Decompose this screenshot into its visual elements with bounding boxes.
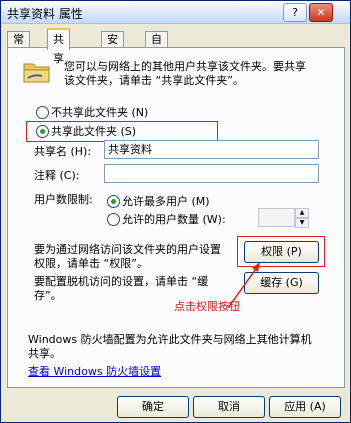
shared-folder-icon — [23, 63, 50, 83]
caching-desc-line2: 存”。 — [34, 289, 62, 302]
sharing-panel: 您可以与网络上的其他用户共享该文件夹。要共享 该文件夹，请单击 “共享此文件夹”… — [7, 47, 345, 388]
tab-security[interactable]: 安全 — [101, 31, 124, 62]
spin-up-icon[interactable]: ▲ — [295, 208, 309, 218]
intro-text-line2: 该文件夹，请单击 “共享此文件夹”。 — [64, 74, 244, 87]
tab-general[interactable]: 常规 — [7, 31, 30, 62]
tab-customize[interactable]: 自定义 — [145, 31, 168, 78]
max-users-label[interactable]: 允许最多用户 (M) — [122, 193, 210, 209]
help-button[interactable]: ? — [283, 3, 307, 22]
comment-label: 注释 (C): — [34, 169, 80, 182]
max-users-radio[interactable] — [107, 195, 120, 208]
no-share-radio[interactable] — [36, 106, 49, 119]
annotation-text: 点击权限按钮 — [174, 300, 240, 313]
ok-button[interactable]: 确定 — [117, 396, 189, 418]
firewall-desc-line2: 共享。 — [28, 347, 61, 360]
apply-button[interactable]: 应用 (A) — [269, 396, 341, 418]
share-label[interactable]: 共享此文件夹 (S) — [51, 123, 136, 139]
share-name-label: 共享名 (H): — [34, 145, 92, 158]
firewall-settings-link[interactable]: 查看 Windows 防火墙设置 — [28, 363, 161, 379]
share-name-input[interactable]: 共享资料 — [104, 140, 319, 159]
spin-down-icon[interactable]: ▼ — [295, 218, 309, 228]
permissions-desc-line2: 权限，请单击 “权限”。 — [34, 257, 148, 270]
user-limit-label: 用户数限制: — [34, 193, 93, 206]
cancel-button[interactable]: 取消 — [193, 396, 265, 418]
share-radio[interactable] — [36, 125, 49, 138]
allowed-users-radio[interactable] — [107, 213, 120, 226]
window-title: 共享资料 属性 — [7, 7, 83, 21]
properties-dialog: 共享资料 属性 ? ✕ 常规 共享 安全 自定义 您可以与网络上的其他用户共享该… — [0, 0, 351, 423]
firewall-desc-line1: Windows 防火墙配置为允许此文件夹与网络上其他计算机 — [28, 333, 312, 346]
comment-input[interactable] — [104, 164, 319, 183]
tab-sharing[interactable]: 共享 — [47, 28, 70, 65]
close-button[interactable]: ✕ — [309, 3, 333, 22]
no-share-label[interactable]: 不共享此文件夹 (N) — [51, 104, 148, 120]
title-bar[interactable]: 共享资料 属性 ? ✕ — [1, 1, 350, 24]
allowed-users-label[interactable]: 允许的用户数量 (W): — [122, 211, 226, 227]
user-count-input[interactable] — [258, 208, 295, 227]
